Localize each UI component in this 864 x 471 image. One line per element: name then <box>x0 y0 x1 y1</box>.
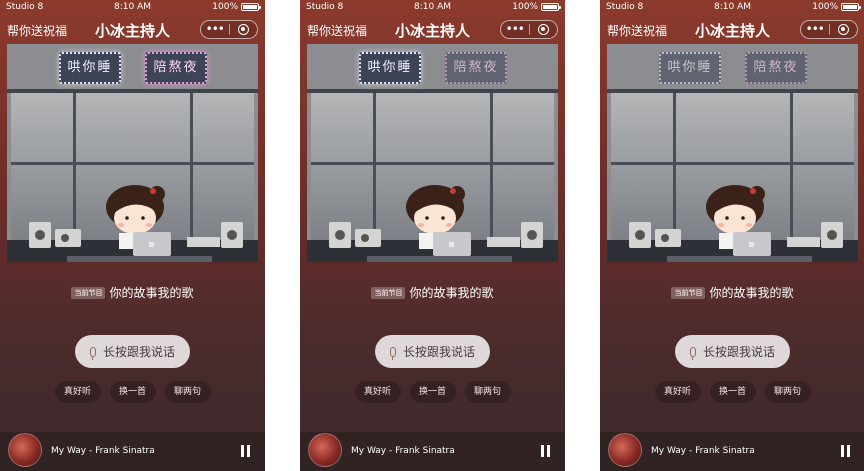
battery-status: 100% <box>512 0 561 14</box>
quick-replies: 真好听 换一首 聊两句 <box>600 381 864 403</box>
studio-scene: 哄你睡 陪熬夜 <box>607 44 858 262</box>
music-player-bar: My Way - Frank Sinatra <box>600 432 864 471</box>
battery-icon <box>541 3 561 11</box>
current-program-tag: 当前节目 <box>671 286 706 299</box>
chip-next-song[interactable]: 换一首 <box>409 381 456 403</box>
program-signs: 哄你睡 陪熬夜 <box>7 50 258 84</box>
pause-icon[interactable] <box>541 445 550 457</box>
battery-icon <box>841 3 861 11</box>
more-icon[interactable]: ••• <box>501 21 529 38</box>
sign-late-night[interactable]: 陪熬夜 <box>445 52 507 84</box>
talk-button-label: 长按跟我说话 <box>402 345 475 359</box>
sign-sleep[interactable]: 哄你睡 <box>59 52 121 84</box>
chip-chat[interactable]: 聊两句 <box>164 381 211 403</box>
microphone-icon <box>89 346 96 360</box>
chip-next-song[interactable]: 换一首 <box>109 381 156 403</box>
close-button[interactable] <box>530 24 558 35</box>
chip-sounds-good[interactable]: 真好听 <box>354 381 401 403</box>
album-cover[interactable] <box>608 433 642 467</box>
song-title: My Way - Frank Sinatra <box>51 446 155 456</box>
microphone-icon <box>389 346 396 360</box>
chip-chat[interactable]: 聊两句 <box>464 381 511 403</box>
close-target-icon <box>237 24 249 35</box>
microphone-icon <box>689 346 696 360</box>
chip-sounds-good[interactable]: 真好听 <box>654 381 701 403</box>
battery-status: 100% <box>212 0 261 14</box>
close-target-icon <box>837 24 849 35</box>
mini-program-capsule: ••• <box>500 20 558 39</box>
pause-icon[interactable] <box>241 445 250 457</box>
status-bar: Studio 8 8:10 AM 100% <box>600 0 864 14</box>
phone-screen-2: Studio 8 8:10 AM 100% 帮你送祝福 小冰主持人 ••• 哄你… <box>300 0 565 471</box>
close-button[interactable] <box>830 24 858 35</box>
current-program-tag: 当前节目 <box>371 286 406 299</box>
more-icon[interactable]: ••• <box>801 21 829 38</box>
now-playing: 当前节目 你的故事我的歌 <box>600 284 864 301</box>
more-icon[interactable]: ••• <box>201 21 229 38</box>
pause-icon[interactable] <box>841 445 850 457</box>
battery-percent: 100% <box>212 2 238 12</box>
mini-program-capsule: ••• <box>800 20 858 39</box>
album-cover[interactable] <box>308 433 342 467</box>
status-bar: Studio 8 8:10 AM 100% <box>0 0 265 14</box>
quick-replies: 真好听 换一首 聊两句 <box>300 381 565 403</box>
album-cover[interactable] <box>8 433 42 467</box>
mini-program-capsule: ••• <box>200 20 258 39</box>
song-title: My Way - Frank Sinatra <box>651 446 755 456</box>
status-bar: Studio 8 8:10 AM 100% <box>300 0 565 14</box>
nav-bar: 帮你送祝福 小冰主持人 ••• <box>0 14 265 44</box>
current-program-tag: 当前节目 <box>71 286 106 299</box>
program-signs: 哄你睡 陪熬夜 <box>307 50 558 84</box>
studio-scene: 哄你睡 陪熬夜 <box>307 44 558 262</box>
program-signs: 哄你睡 陪熬夜 <box>607 50 858 84</box>
program-title: 你的故事我的歌 <box>709 286 794 300</box>
now-playing: 当前节目 你的故事我的歌 <box>0 284 265 301</box>
chip-sounds-good[interactable]: 真好听 <box>54 381 101 403</box>
chip-next-song[interactable]: 换一首 <box>709 381 756 403</box>
close-target-icon <box>537 24 549 35</box>
nav-bar: 帮你送祝福 小冰主持人 ••• <box>300 14 565 44</box>
battery-percent: 100% <box>512 2 538 12</box>
battery-percent: 100% <box>812 2 838 12</box>
song-title: My Way - Frank Sinatra <box>351 446 455 456</box>
phone-screen-1: Studio 8 8:10 AM 100% 帮你送祝福 小冰主持人 ••• 哄你… <box>0 0 265 471</box>
battery-icon <box>241 3 261 11</box>
music-player-bar: My Way - Frank Sinatra <box>300 432 565 471</box>
battery-status: 100% <box>812 0 861 14</box>
sign-sleep[interactable]: 哄你睡 <box>659 52 721 84</box>
program-title: 你的故事我的歌 <box>409 286 494 300</box>
chip-chat[interactable]: 聊两句 <box>764 381 811 403</box>
quick-replies: 真好听 换一首 聊两句 <box>0 381 265 403</box>
program-title: 你的故事我的歌 <box>109 286 194 300</box>
now-playing: 当前节目 你的故事我的歌 <box>300 284 565 301</box>
sign-late-night[interactable]: 陪熬夜 <box>745 52 807 84</box>
nav-bar: 帮你送祝福 小冰主持人 ••• <box>600 14 864 44</box>
hold-to-talk-button[interactable]: 长按跟我说话 <box>75 335 190 368</box>
studio-scene: 哄你睡 陪熬夜 <box>7 44 258 262</box>
hold-to-talk-button[interactable]: 长按跟我说话 <box>675 335 790 368</box>
music-player-bar: My Way - Frank Sinatra <box>0 432 265 471</box>
sign-late-night[interactable]: 陪熬夜 <box>145 52 207 84</box>
talk-button-label: 长按跟我说话 <box>702 345 775 359</box>
phone-screen-3: Studio 8 8:10 AM 100% 帮你送祝福 小冰主持人 ••• 哄你… <box>600 0 864 471</box>
talk-button-label: 长按跟我说话 <box>102 345 175 359</box>
sign-sleep[interactable]: 哄你睡 <box>359 52 421 84</box>
hold-to-talk-button[interactable]: 长按跟我说话 <box>375 335 490 368</box>
close-button[interactable] <box>230 24 258 35</box>
